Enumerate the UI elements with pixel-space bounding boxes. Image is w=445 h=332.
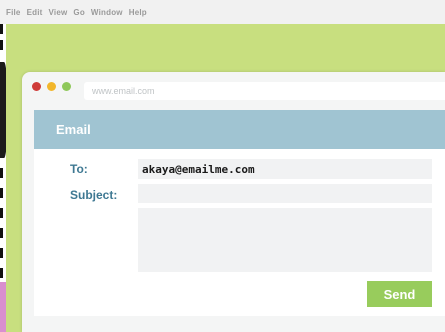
menu-edit[interactable]: Edit [27, 8, 43, 17]
email-header: Email [34, 110, 445, 149]
maximize-window-button[interactable] [62, 82, 71, 91]
menu-window[interactable]: Window [91, 8, 123, 17]
left-edge-dash [0, 188, 3, 198]
minimize-window-button[interactable] [47, 82, 56, 91]
email-title: Email [56, 122, 91, 137]
menu-go[interactable]: Go [73, 8, 85, 17]
address-bar[interactable]: www.email.com [84, 82, 445, 100]
menu-file[interactable]: File [6, 8, 21, 17]
address-url: www.email.com [92, 86, 155, 96]
left-edge-dash [0, 24, 3, 34]
left-edge-dash [0, 268, 3, 278]
left-edge-dash [0, 208, 3, 218]
subject-label: Subject: [70, 188, 118, 202]
left-edge-dash [0, 40, 3, 50]
menu-bar: File Edit View Go Window Help [0, 0, 445, 24]
browser-window: www.email.com Email To: akaya@emailme.co… [22, 72, 445, 332]
email-panel: Email To: akaya@emailme.com Subject: Sen… [34, 110, 445, 316]
close-window-button[interactable] [32, 82, 41, 91]
send-button[interactable]: Send [367, 281, 432, 307]
to-field-value: akaya@emailme.com [142, 162, 255, 176]
left-edge-dash [0, 168, 3, 178]
left-edge-dash [0, 228, 3, 238]
menu-view[interactable]: View [49, 8, 68, 17]
menu-help[interactable]: Help [129, 8, 147, 17]
to-field[interactable]: akaya@emailme.com [138, 159, 432, 179]
subject-field[interactable] [138, 184, 432, 203]
send-button-label: Send [383, 286, 416, 302]
message-body-field[interactable] [138, 208, 432, 272]
left-edge-dash [0, 248, 3, 258]
to-label: To: [70, 162, 88, 176]
